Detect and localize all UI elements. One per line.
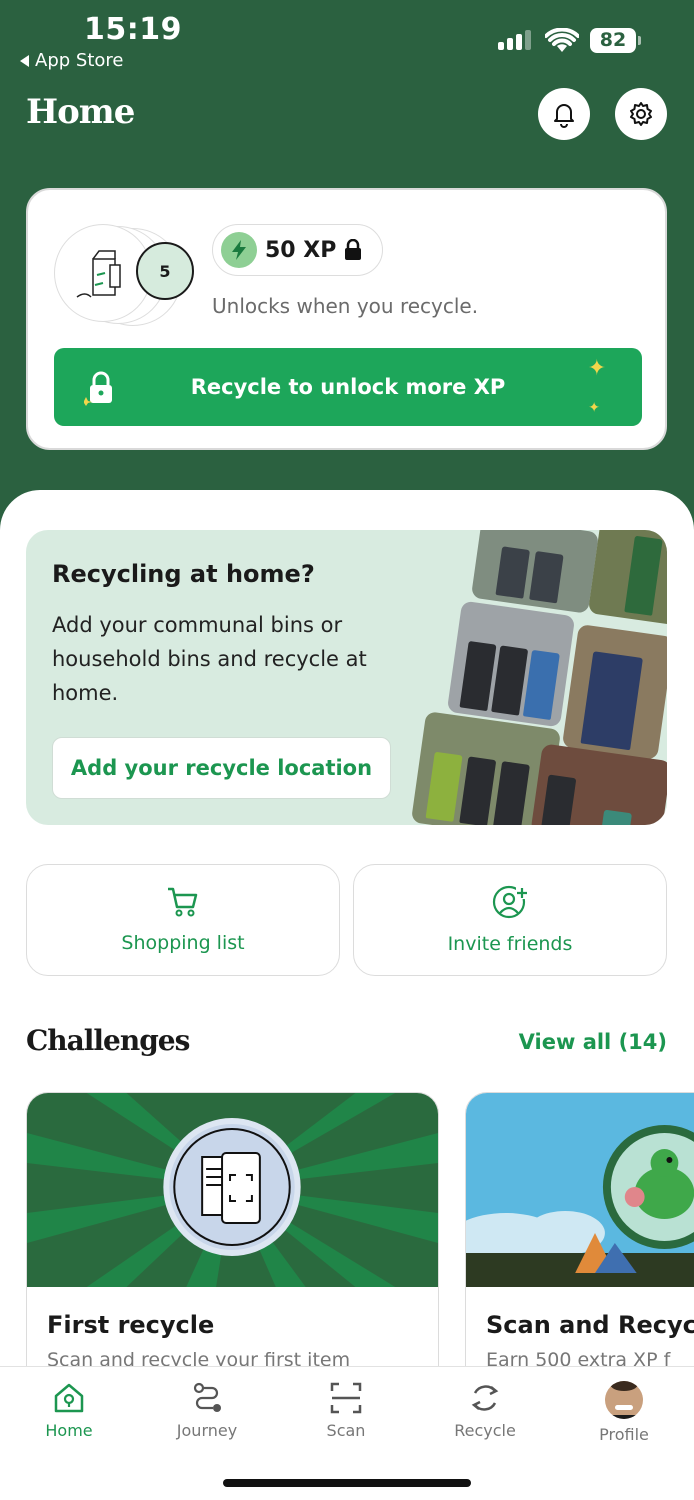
sparkle-icon: ✦ <box>588 400 600 416</box>
bell-icon <box>554 104 574 128</box>
tab-recycle-label: Recycle <box>454 1421 516 1440</box>
status-time: 15:19 <box>84 12 182 47</box>
back-to-app-store[interactable]: App Store <box>20 50 123 71</box>
shopping-list-button[interactable]: Shopping list <box>26 864 340 976</box>
challenge-title: First recycle <box>47 1311 215 1339</box>
badge-count: 5 <box>136 242 194 300</box>
status-bar: 15:19 App Store 82 <box>0 0 694 80</box>
invite-friends-button[interactable]: Invite friends <box>353 864 667 976</box>
challenge-title: Scan and Recycle <box>486 1311 694 1339</box>
scan-and-recycle-illustration <box>466 1093 694 1287</box>
tab-scan-label: Scan <box>326 1421 366 1440</box>
tab-profile-label: Profile <box>599 1425 649 1444</box>
promo-title: Recycling at home? <box>52 560 315 588</box>
route-icon <box>193 1382 221 1412</box>
shopping-list-label: Shopping list <box>121 932 245 954</box>
gear-icon <box>630 102 652 126</box>
scan-icon <box>330 1382 362 1414</box>
notifications-button[interactable] <box>538 88 590 140</box>
settings-button[interactable] <box>615 88 667 140</box>
challenge-card[interactable]: Scan and Recycle Earn 500 extra XP f <box>465 1092 694 1392</box>
xp-card: 5 50 XP Unlocks when you recycle. Recycl… <box>26 188 667 450</box>
home-icon <box>54 1383 84 1413</box>
recycle-icon <box>471 1385 499 1411</box>
tab-journey[interactable]: Journey <box>152 1381 262 1440</box>
bin-photo <box>446 600 576 728</box>
battery-indicator: 82 <box>590 28 641 53</box>
tab-home[interactable]: Home <box>14 1381 124 1440</box>
unlock-hint: Unlocks when you recycle. <box>212 294 479 318</box>
unlock-lock-icon <box>84 371 112 406</box>
bin-photo <box>587 530 667 627</box>
lock-icon <box>345 239 362 260</box>
xp-pill: 50 XP <box>212 224 383 276</box>
back-app-label: App Store <box>35 50 124 71</box>
view-all-challenges-link[interactable]: View all (14) <box>519 1030 667 1054</box>
tab-journey-label: Journey <box>176 1421 238 1440</box>
page-title: Home <box>26 92 135 132</box>
tab-home-label: Home <box>45 1421 93 1440</box>
bin-photo <box>561 623 667 761</box>
avatar <box>605 1381 643 1419</box>
invite-friends-label: Invite friends <box>447 933 573 955</box>
challenges-title: Challenges <box>26 1024 190 1057</box>
bolt-icon <box>221 232 257 268</box>
back-arrow-icon <box>20 54 29 67</box>
tab-recycle[interactable]: Recycle <box>430 1381 540 1440</box>
add-recycle-location-button[interactable]: Add your recycle location <box>52 737 391 799</box>
challenge-card[interactable]: First recycle Scan and recycle your firs… <box>26 1092 439 1392</box>
cart-icon <box>168 887 198 917</box>
first-recycle-illustration <box>27 1093 438 1287</box>
promo-body: Add your communal bins or household bins… <box>52 613 367 705</box>
recycle-unlock-label: Recycle to unlock more XP <box>190 375 506 399</box>
tab-profile[interactable]: Profile <box>569 1381 679 1444</box>
add-user-icon <box>492 885 528 919</box>
wifi-icon <box>545 28 579 52</box>
sparkle-icon: ✦ <box>587 356 606 381</box>
home-recycling-promo: Recycling at home? Add your communal bin… <box>26 530 667 825</box>
tab-scan[interactable]: Scan <box>291 1381 401 1440</box>
recycle-badge-stack: 5 <box>54 224 194 326</box>
signal-icon <box>498 30 531 50</box>
home-indicator <box>223 1479 471 1487</box>
xp-value: 50 XP <box>265 237 337 263</box>
bin-photo <box>470 530 600 614</box>
recycle-unlock-button[interactable]: Recycle to unlock more XP ✦ ✦ <box>54 348 642 426</box>
